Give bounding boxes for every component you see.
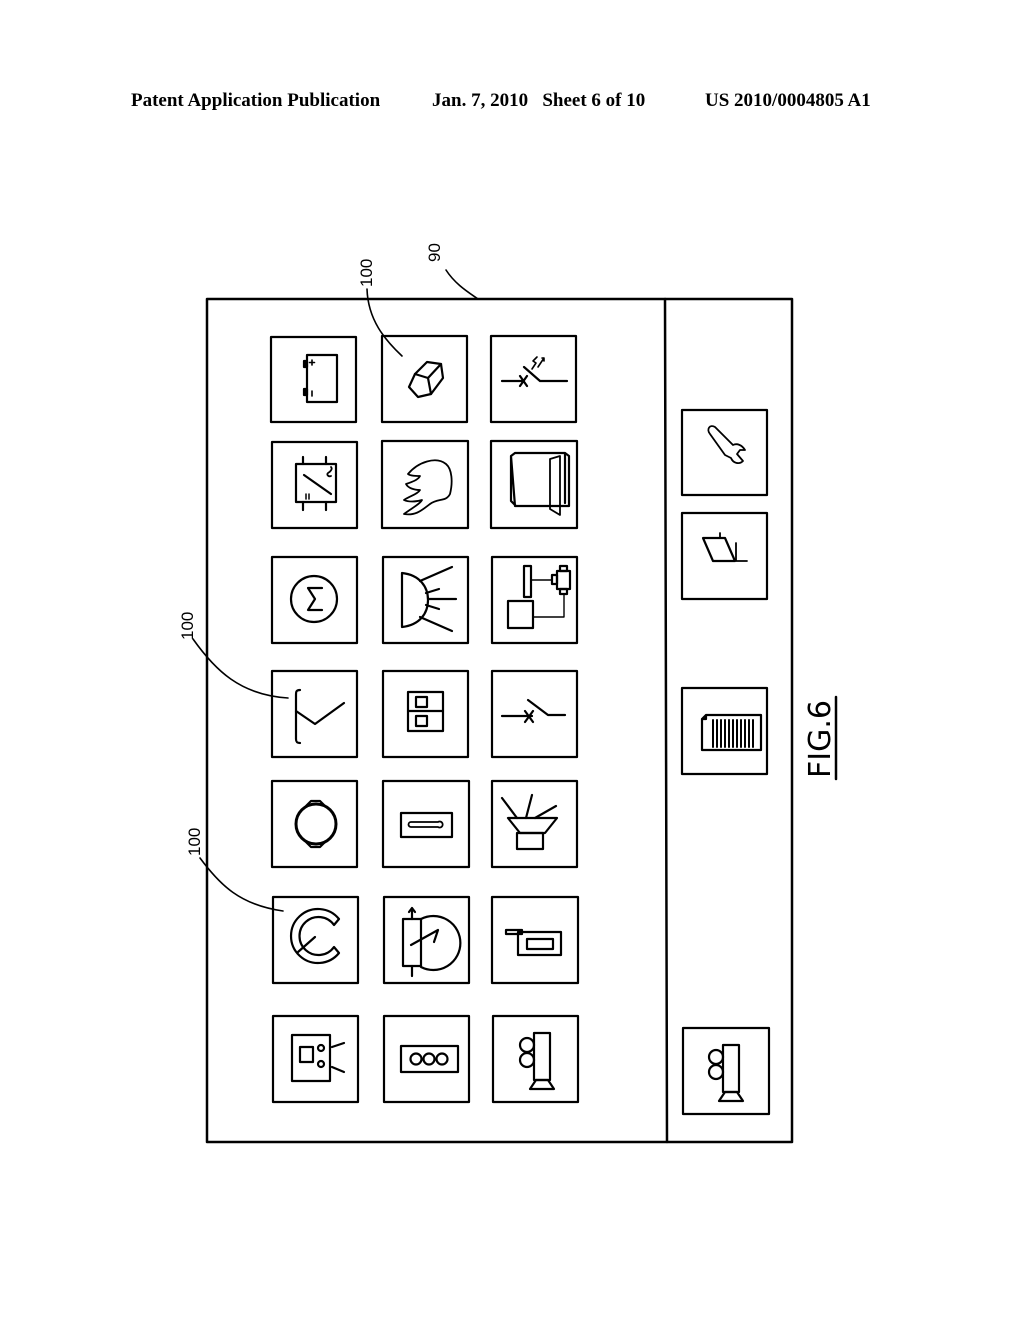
panel-divider [663,297,669,1144]
svg-text:100: 100 [178,612,197,640]
shunt-icon[interactable] [680,511,769,601]
rheostat-icon[interactable] [382,895,471,985]
svg-text:FIG.6: FIG.6 [803,700,838,778]
converter-icon[interactable] [270,440,359,530]
door-icon[interactable] [489,439,579,530]
gauge-icon[interactable] [271,895,360,985]
ref-label-screen: 90 [425,243,479,300]
flame-icon[interactable] [380,439,470,530]
display-icon[interactable] [271,1014,360,1104]
three-lights-icon[interactable] [382,1014,471,1104]
wrench-icon[interactable] [680,408,769,497]
headlight-icon[interactable] [381,555,470,645]
battery-icon[interactable] [269,335,358,424]
camera-icon[interactable] [491,1014,580,1104]
svg-text:90: 90 [425,243,444,262]
figure-drawing: 90 100 100 100 FIG.6 [178,243,838,1144]
figure-label: FIG.6 [803,695,838,781]
thermometer-icon[interactable] [381,779,471,869]
barcode-icon[interactable] [680,686,769,776]
ref-label-icon-low: 100 [185,828,284,912]
breaker-icon[interactable] [490,669,579,759]
svg-text:100: 100 [185,828,204,856]
switch-panel-icon[interactable] [381,669,470,759]
motor-icon[interactable] [270,555,359,645]
antenna-icon[interactable] [270,669,359,759]
wheel-icon[interactable] [270,779,359,869]
ref-label-icon-top: 100 [357,259,403,357]
key-card-icon[interactable] [490,895,580,985]
circuit-icon[interactable] [490,555,579,645]
svg-text:100: 100 [357,259,376,287]
horn-icon[interactable] [490,779,579,869]
camera-icon[interactable] [681,1026,771,1116]
breaker-arrow-icon[interactable] [489,334,578,424]
